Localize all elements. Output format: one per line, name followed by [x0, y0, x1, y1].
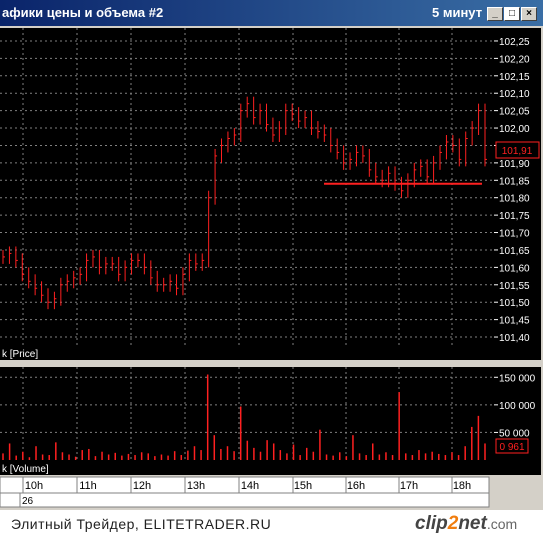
- current-volume-label: 0 961: [499, 442, 524, 453]
- logo-part-3: net: [458, 513, 487, 534]
- date-label: 26: [22, 496, 34, 507]
- application-window: афики цены и объема #2 5 минут _ □ × 102…: [0, 0, 543, 538]
- price-tick-label: 102,15: [499, 72, 530, 83]
- clip2net-logo[interactable]: clip2net.com: [415, 513, 517, 535]
- interval-label[interactable]: 5 минут: [432, 5, 482, 20]
- minimize-button[interactable]: _: [487, 7, 503, 21]
- price-tick-label: 102,20: [499, 54, 530, 65]
- logo-suffix: .com: [486, 516, 518, 532]
- price-tick-label: 101,60: [499, 263, 530, 274]
- price-tick-label: 101,50: [499, 298, 530, 309]
- date-axis: [0, 492, 490, 508]
- title-bar[interactable]: афики цены и объема #2 5 минут _ □ ×: [0, 0, 543, 26]
- price-tick-label: 101,80: [499, 194, 530, 205]
- hour-label: 12h: [133, 480, 151, 492]
- price-tick-label: 101,55: [499, 281, 530, 292]
- price-tick-label: 101,85: [499, 176, 530, 187]
- logo-part-2: 2: [447, 513, 459, 534]
- credit-text: Элитный Трейдер, ELITETRADER.RU: [11, 516, 272, 532]
- logo-part-1: clip: [415, 513, 448, 534]
- hour-label: 16h: [347, 480, 365, 492]
- hour-labels: 10h 11h 12h 13h 14h 15h 16h 17h 18h: [22, 477, 471, 493]
- price-tick-label: 102,25: [499, 37, 530, 48]
- price-tick-label: 101,75: [499, 211, 530, 222]
- price-label-bar: [0, 346, 541, 360]
- volume-tick-labels: 150 000 100 000 50 000: [494, 373, 536, 439]
- volume-tick-label: 150 000: [499, 373, 536, 384]
- price-tick-label: 101,90: [499, 159, 530, 170]
- price-tick-label: 101,40: [499, 333, 530, 344]
- maximize-button[interactable]: □: [504, 7, 520, 21]
- hour-label: 17h: [400, 480, 418, 492]
- price-tick-label: 101,45: [499, 316, 530, 327]
- volume-tick-label: 100 000: [499, 401, 536, 412]
- close-button[interactable]: ×: [521, 7, 537, 21]
- chart-area[interactable]: 102,25 102,20 102,15 102,10 102,05 102,00 101,…: [0, 26, 543, 510]
- volume-label-bar: [0, 461, 541, 475]
- hour-label: 10h: [25, 480, 43, 492]
- price-pane-label: k [Price]: [2, 349, 38, 360]
- price-tick-label: 101,70: [499, 229, 530, 240]
- hour-label: 15h: [294, 480, 312, 492]
- window-title: афики цены и объема #2: [2, 5, 164, 20]
- volume-pane-label: k [Volume]: [2, 464, 49, 475]
- hour-label: 13h: [187, 480, 205, 492]
- hour-label: 18h: [453, 480, 471, 492]
- current-price-label: 101,91: [502, 146, 533, 157]
- volume-tick-label: 50 000: [499, 428, 530, 439]
- price-tick-label: 102,05: [499, 107, 530, 118]
- pane-splitter[interactable]: [0, 360, 543, 367]
- hour-label: 11h: [79, 480, 97, 492]
- price-tick-label: 102,10: [499, 89, 530, 100]
- footer: Элитный Трейдер, ELITETRADER.RU clip2net…: [0, 510, 543, 538]
- price-tick-label: 102,00: [499, 124, 530, 135]
- price-tick-label: 101,65: [499, 246, 530, 257]
- hour-label: 14h: [241, 480, 259, 492]
